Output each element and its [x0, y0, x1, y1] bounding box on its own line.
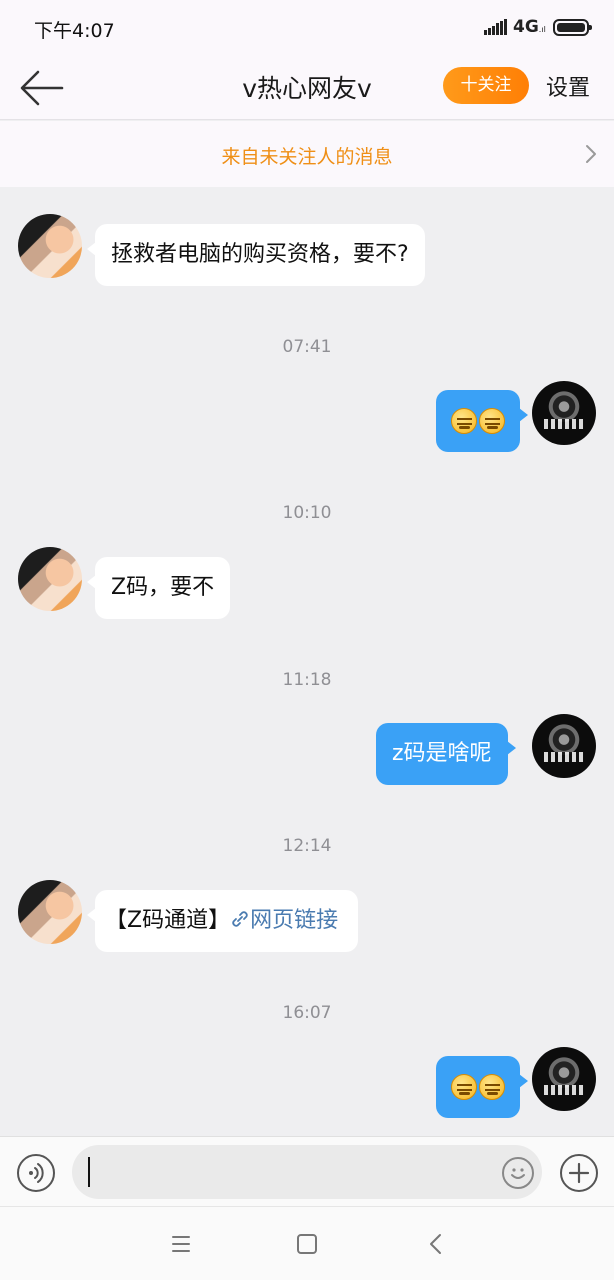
- message-bubble[interactable]: [436, 390, 528, 452]
- voice-button[interactable]: [17, 1154, 55, 1192]
- status-bar: 下午4:07 4G.ıl: [0, 0, 614, 56]
- home-button[interactable]: [292, 1229, 322, 1259]
- follow-button[interactable]: 十关注: [443, 67, 529, 104]
- nav-bar: v热心网友v 十关注 设置: [0, 56, 614, 120]
- link-icon: [232, 911, 248, 927]
- smirk-emoji-icon: [479, 408, 505, 434]
- message-text: Z码，要不: [111, 575, 215, 600]
- signal-icon: [484, 19, 508, 35]
- system-navigation-bar: [0, 1206, 614, 1280]
- back-icon: [430, 1234, 441, 1254]
- network-label: 4G: [513, 17, 539, 37]
- smirk-emoji-icon: [479, 1074, 505, 1100]
- emoji-button[interactable]: [502, 1157, 534, 1189]
- voice-icon: [29, 1163, 44, 1183]
- stranger-banner-text: 来自未关注人的消息: [221, 146, 393, 168]
- message-bubble[interactable]: 拯救者电脑的购买资格，要不?: [87, 224, 425, 286]
- page-title: v热心网友v: [242, 74, 372, 103]
- plus-icon: [568, 1162, 590, 1184]
- message-text: 【Z码通道】: [105, 908, 231, 933]
- message-timestamp: 07:41: [282, 337, 332, 357]
- menu-button[interactable]: [166, 1229, 196, 1259]
- message-timestamp: 12:14: [282, 836, 332, 856]
- my-avatar[interactable]: [532, 381, 596, 445]
- battery-icon: [553, 19, 592, 36]
- my-avatar[interactable]: [532, 1047, 596, 1111]
- home-icon: [297, 1234, 317, 1254]
- menu-icon: [172, 1236, 190, 1252]
- contact-avatar[interactable]: [18, 880, 82, 944]
- message-timestamp: 16:07: [282, 1003, 332, 1023]
- emoji-icon: [511, 1168, 525, 1179]
- stranger-message-banner[interactable]: 来自未关注人的消息: [0, 121, 614, 187]
- link-label: 网页链接: [250, 908, 339, 933]
- message-timestamp: 11:18: [282, 670, 332, 690]
- message-bubble[interactable]: Z码，要不: [86, 557, 231, 619]
- network-type: 4G.ıl: [513, 17, 546, 37]
- input-bar: [0, 1136, 614, 1206]
- message-input[interactable]: [72, 1145, 542, 1199]
- plus-button[interactable]: [560, 1154, 598, 1192]
- contact-avatar[interactable]: [18, 214, 82, 278]
- status-time: 下午4:07: [34, 20, 115, 42]
- text-cursor: [88, 1157, 90, 1187]
- settings-button[interactable]: 设置: [546, 70, 590, 102]
- message-text: 拯救者电脑的购买资格，要不?: [111, 242, 409, 267]
- message-bubble[interactable]: z码是啥呢: [376, 723, 516, 785]
- message-bubble[interactable]: [436, 1056, 528, 1118]
- system-back-button[interactable]: [421, 1229, 451, 1259]
- back-button[interactable]: [16, 66, 68, 110]
- smirk-emoji-icon: [451, 408, 477, 434]
- network-bars-icon: .ıl: [538, 25, 546, 34]
- smirk-emoji-icon: [451, 1074, 477, 1100]
- web-link[interactable]: 网页链接: [230, 908, 338, 933]
- my-avatar[interactable]: [532, 714, 596, 778]
- back-arrow-icon: [20, 70, 64, 106]
- contact-avatar[interactable]: [18, 547, 82, 611]
- chevron-right-icon: [586, 145, 596, 163]
- message-text: z码是啥呢: [392, 741, 492, 766]
- message-timestamp: 10:10: [282, 503, 332, 523]
- message-bubble[interactable]: 【Z码通道】 网页链接: [86, 890, 359, 952]
